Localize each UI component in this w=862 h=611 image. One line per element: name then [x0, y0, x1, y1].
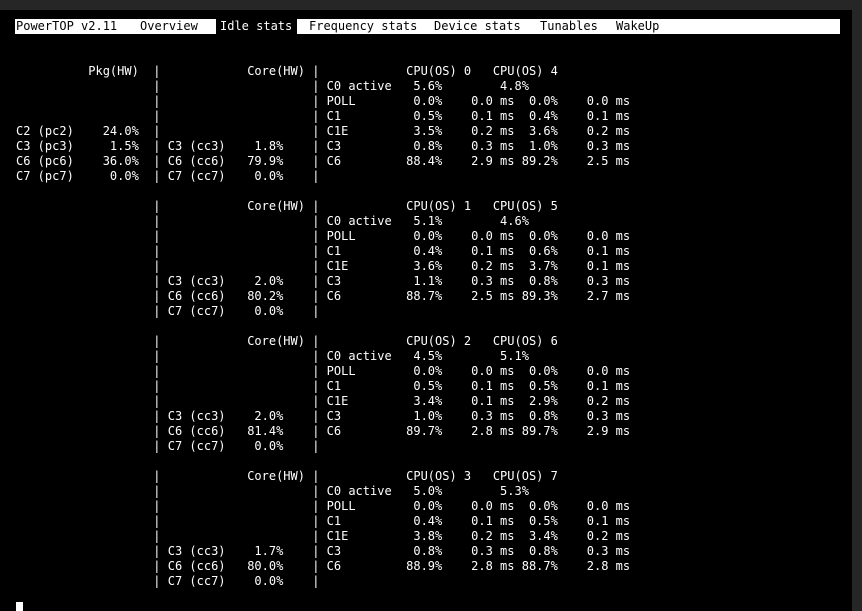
tab-wakeup[interactable]: WakeUp [616, 19, 659, 34]
stats-line: | | POLL 0.0% 0.0 ms 0.0% 0.0 ms [16, 229, 631, 243]
stats-line: | C7 (cc7) 0.0% | [16, 304, 320, 318]
stats-line: C2 (pc2) 24.0% | | C1E 3.5% 0.2 ms 3.6% … [16, 124, 631, 138]
stats-line: | | C1 0.4% 0.1 ms 0.6% 0.1 ms [16, 244, 631, 258]
app-title: PowerTOP v2.11 [16, 19, 118, 33]
stats-line: | C6 (cc6) 81.4% | C6 89.7% 2.8 ms 89.7%… [16, 424, 631, 438]
stats-line: | | C0 active 5.1% 4.6% [16, 214, 529, 228]
terminal: PowerTOP v2.11 Overview Idle stats Frequ… [0, 10, 852, 611]
stats-line: Pkg(HW) | Core(HW) | CPU(OS) 0 CPU(OS) 4 [16, 64, 558, 78]
window-top-border [0, 0, 862, 10]
stats-line: | C6 (cc6) 80.0% | C6 88.9% 2.8 ms 88.7%… [16, 559, 631, 573]
stats-line: C7 (pc7) 0.0% | C7 (cc7) 0.0% | [16, 169, 320, 183]
stats-line: | | POLL 0.0% 0.0 ms 0.0% 0.0 ms [16, 499, 631, 513]
stats-line: | C3 (cc3) 1.7% | C3 0.8% 0.3 ms 0.8% 0.… [16, 544, 631, 558]
stats-line [16, 319, 846, 334]
idle-stats-table: Pkg(HW) | Core(HW) | CPU(OS) 0 CPU(OS) 4… [16, 64, 846, 589]
stats-line: | C3 (cc3) 2.0% | C3 1.0% 0.3 ms 0.8% 0.… [16, 409, 631, 423]
menu-bar: PowerTOP v2.11 Overview Idle stats Frequ… [15, 19, 840, 34]
stats-line: | | C1E 3.6% 0.2 ms 3.7% 0.1 ms [16, 259, 631, 273]
stats-line: | C7 (cc7) 0.0% | [16, 574, 320, 588]
stats-line: C3 (pc3) 1.5% | C3 (cc3) 1.8% | C3 0.8% … [16, 139, 631, 153]
stats-line: C6 (pc6) 36.0% | C6 (cc6) 79.9% | C6 88.… [16, 154, 631, 168]
stats-line: | C3 (cc3) 2.0% | C3 1.1% 0.3 ms 0.8% 0.… [16, 274, 631, 288]
tab-tunables[interactable]: Tunables [540, 19, 598, 34]
stats-line: | Core(HW) | CPU(OS) 3 CPU(OS) 7 [16, 469, 558, 483]
stats-line: | C6 (cc6) 80.2% | C6 88.7% 2.5 ms 89.3%… [16, 289, 631, 303]
tab-frequency-stats[interactable]: Frequency stats [309, 19, 417, 34]
window-right-border [852, 0, 862, 611]
stats-line: | | C1 0.4% 0.1 ms 0.5% 0.1 ms [16, 514, 631, 528]
tab-device-stats[interactable]: Device stats [434, 19, 521, 34]
stats-line: | Core(HW) | CPU(OS) 1 CPU(OS) 5 [16, 199, 558, 213]
stats-line: | | C1 0.5% 0.1 ms 0.5% 0.1 ms [16, 379, 631, 393]
stats-line: | | C0 active 5.6% 4.8% [16, 79, 529, 93]
stats-line: | Core(HW) | CPU(OS) 2 CPU(OS) 6 [16, 334, 558, 348]
text-cursor [16, 602, 23, 611]
stats-line [16, 184, 846, 199]
stats-line: | | POLL 0.0% 0.0 ms 0.0% 0.0 ms [16, 94, 631, 108]
tab-idle-stats[interactable]: Idle stats [216, 19, 297, 34]
stats-line: | | C1 0.5% 0.1 ms 0.4% 0.1 ms [16, 109, 631, 123]
stats-line: | | C1E 3.4% 0.1 ms 2.9% 0.2 ms [16, 394, 631, 408]
stats-line: | | C1E 3.8% 0.2 ms 3.4% 0.2 ms [16, 529, 631, 543]
tab-overview[interactable]: Overview [140, 19, 198, 34]
stats-line: | | POLL 0.0% 0.0 ms 0.0% 0.0 ms [16, 364, 631, 378]
stats-line: | | C0 active 4.5% 5.1% [16, 349, 529, 363]
stats-line: | C7 (cc7) 0.0% | [16, 439, 320, 453]
stats-line [16, 454, 846, 469]
stats-line: | | C0 active 5.0% 5.3% [16, 484, 529, 498]
